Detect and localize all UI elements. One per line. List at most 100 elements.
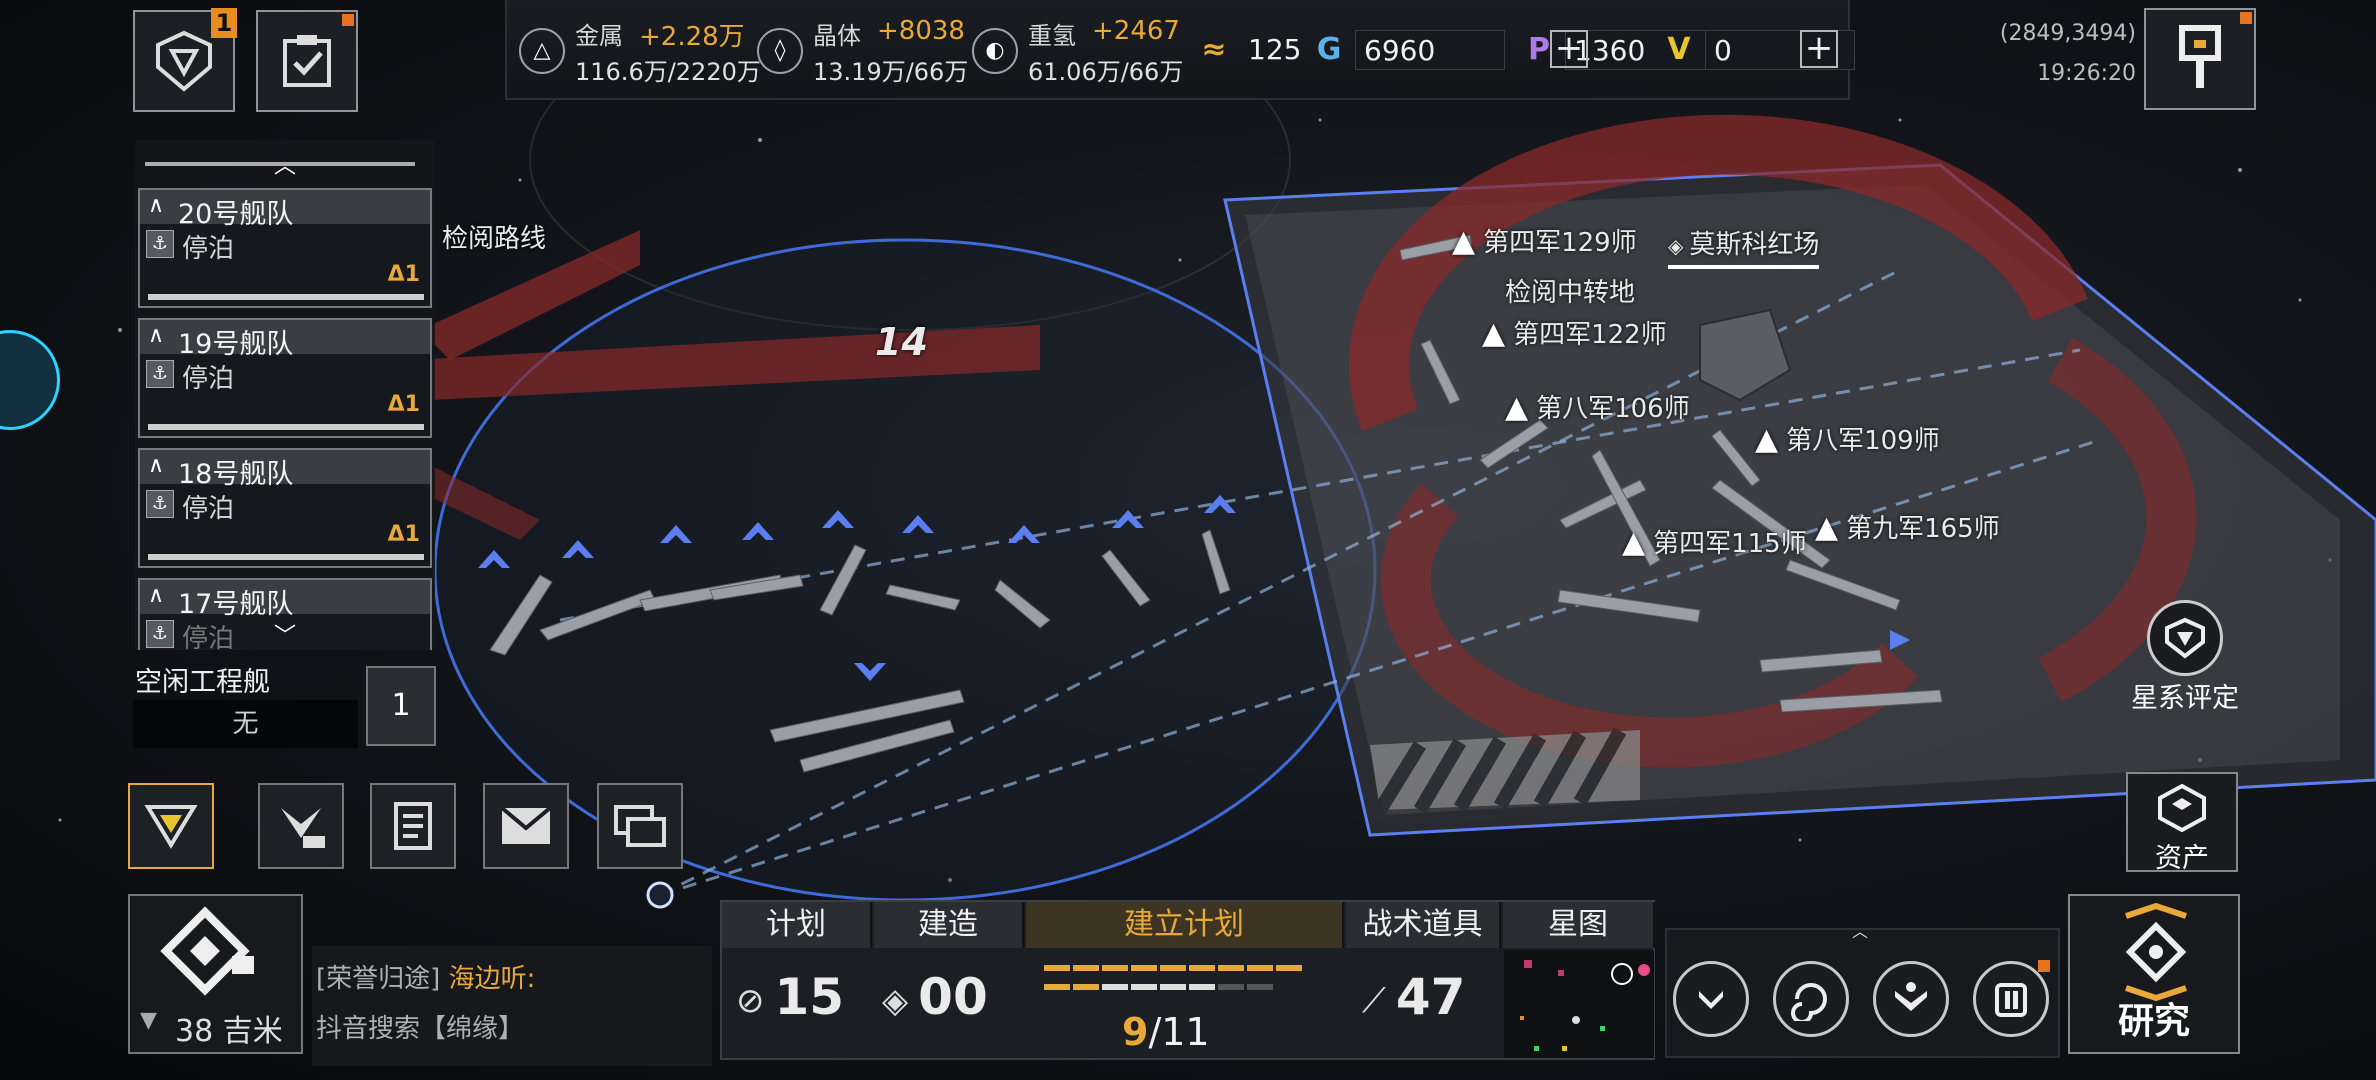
fleet-chevron-icon: ∧ (148, 583, 165, 608)
g-coin-value: 6960 (1355, 30, 1505, 70)
tab-tactical-items[interactable]: 战术道具 (1346, 902, 1501, 948)
fleet-chevron-icon: ∧ (148, 323, 165, 348)
progress-segment (1276, 965, 1302, 971)
research-label: 研究 (2117, 1001, 2190, 1042)
rating-emblem (2147, 600, 2223, 676)
energy-currency[interactable]: ≈ 125 (1192, 28, 1302, 72)
tactical-item-count[interactable]: ⟋ 47 (1362, 968, 1465, 1026)
progress-segment (1189, 984, 1215, 990)
fleet-card-19[interactable]: ∧ 19号舰队 ⚓ 停泊 Δ1 (138, 318, 432, 438)
report-document-icon (394, 802, 432, 850)
fleet-card-18[interactable]: ∧ 18号舰队 ⚓ 停泊 Δ1 (138, 448, 432, 568)
idle-engineer-panel[interactable]: 空闲工程舰 无 1 (130, 656, 438, 752)
fleet-level: Δ1 (387, 522, 420, 547)
add-p-coin-button[interactable]: + (1550, 30, 1588, 68)
download-button[interactable] (1673, 961, 1749, 1037)
fleet-status: 停泊 (182, 234, 235, 264)
division-marker-icon: ▲ (1755, 422, 1779, 457)
division-label-2[interactable]: ▲ 第四军122师 (1482, 314, 1667, 351)
tasks-notification-dot (342, 14, 354, 26)
fleet-level: Δ1 (387, 262, 420, 287)
galaxy-button[interactable] (1773, 961, 1849, 1037)
division-label-3[interactable]: ▲ 第八军106师 (1505, 388, 1690, 425)
progress-segment (1131, 965, 1157, 971)
tab-plan[interactable]: 计划 (722, 902, 872, 948)
anchor-icon: ⚓ (146, 360, 174, 388)
alliance-rank-button[interactable] (1873, 961, 1949, 1037)
tactical-chart-icon: ⟋ (1362, 980, 1386, 1021)
alliance-shield-icon (156, 30, 212, 92)
location-icon: ◈ (1668, 234, 1684, 258)
progress-segment (1073, 965, 1099, 971)
station-label[interactable]: 检阅中转地 (1505, 272, 1635, 309)
deuterium-name: 重氢 (1028, 22, 1076, 50)
v-coin-icon: V (1667, 32, 1691, 67)
scroll-down-chevron-icon[interactable]: ﹀ (135, 618, 435, 650)
tab-star-map[interactable]: 星图 (1503, 902, 1655, 948)
energy-value: 125 (1248, 33, 1302, 66)
fleet-status: 停泊 (182, 364, 235, 394)
assets-button[interactable]: 资产 (2126, 772, 2238, 874)
filter-triangle-icon (144, 805, 198, 849)
fleet-card-20[interactable]: ∧ 20号舰队 ⚓ 停泊 Δ1 (138, 188, 432, 308)
tab-build-plan[interactable]: 建立计划 (1026, 902, 1344, 948)
expand-arrow-icon: ▼ (140, 1008, 157, 1033)
collapse-chevron-icon[interactable]: ︿ (1810, 918, 1910, 941)
build-plan-panel: 计划 建造 建立计划 战术道具 星图 ⊘ 15 ◈ 00 9/11 ⟋ 47 (720, 900, 1655, 1060)
report-button[interactable] (370, 783, 456, 869)
fleet-deploy-icon (281, 808, 325, 848)
commander-notification-dot (2038, 960, 2050, 972)
progress-segment (1044, 965, 1070, 971)
star-minimap[interactable] (1504, 950, 1654, 1058)
build-count[interactable]: ◈ 00 (882, 968, 988, 1026)
location-name-label[interactable]: ◈ 莫斯科红场 (1668, 224, 1820, 269)
chat-preview[interactable]: [荣誉归途] 海边听: 抖音搜索【绵缘】 (312, 946, 712, 1066)
progress-segment (1189, 965, 1215, 971)
commander-button[interactable] (1973, 960, 2050, 1037)
engineer-hex-button[interactable]: 1 (366, 666, 436, 746)
commander-icon (1995, 983, 2027, 1017)
tasks-button[interactable] (256, 10, 358, 112)
division-label-6[interactable]: ▲ 第九军165师 (1815, 508, 2000, 545)
crystal-name: 晶体 (813, 22, 861, 50)
g-coin-currency[interactable]: G 6960 (1307, 28, 1512, 72)
division-label-5[interactable]: ▲ 第四军115师 (1622, 523, 1807, 560)
list-divider (145, 162, 415, 166)
crystal-resource[interactable]: ◊ 晶体 +8038 13.19万/66万 (757, 14, 969, 86)
research-button[interactable]: 研究 (2068, 894, 2240, 1054)
chat-button[interactable] (597, 783, 683, 869)
filter-toggle-button[interactable] (128, 783, 214, 869)
chat-channel: [荣誉归途] (316, 964, 441, 994)
division-label-1[interactable]: ▲ 第四军129师 (1452, 222, 1637, 259)
progress-segment (1160, 984, 1186, 990)
mail-button[interactable] (483, 783, 569, 869)
fleet-hp-bar (148, 294, 424, 300)
fleet-list[interactable]: ︿ ∧ 20号舰队 ⚓ 停泊 Δ1 ∧ 19号舰队 ⚓ 停泊 Δ1 ∧ 18号舰… (135, 140, 435, 650)
metal-name: 金属 (575, 22, 623, 50)
fleet-name: 19号舰队 (178, 329, 294, 360)
division-label-4[interactable]: ▲ 第八军109师 (1755, 420, 1940, 457)
plan-count[interactable]: ⊘ 15 (736, 968, 844, 1026)
deuterium-resource[interactable]: ◐ 重氢 +2467 61.06万/66万 (972, 14, 1184, 86)
fleet-deploy-button[interactable] (258, 783, 344, 869)
research-circuit-icon (2125, 902, 2187, 1002)
division-marker-icon: ▲ (1505, 390, 1529, 425)
crystal-amount: 13.19万/66万 (813, 58, 969, 86)
map-pin-button[interactable] (2144, 8, 2256, 110)
rating-shield-icon (2165, 617, 2205, 659)
deuterium-amount: 61.06万/66万 (1028, 58, 1184, 86)
add-v-coin-button[interactable]: + (1800, 30, 1838, 68)
tab-build[interactable]: 建造 (874, 902, 1024, 948)
alliance-button[interactable]: 1 (133, 8, 237, 112)
progress-segment (1218, 984, 1244, 990)
pin-notification-dot (2240, 12, 2252, 24)
fleet-chevron-icon: ∧ (148, 453, 165, 478)
fleet-level: Δ1 (387, 392, 420, 417)
assets-cube-icon (2158, 783, 2206, 833)
progress-segment (1044, 984, 1070, 990)
idle-engineer-label: 空闲工程舰 (135, 667, 270, 698)
metal-resource[interactable]: △ 金属 +2.28万 116.6万/2220万 (519, 14, 761, 86)
system-rating-button[interactable]: 星系评定 (2120, 600, 2250, 715)
build-plan-progress (1044, 964, 1344, 1002)
crystal-gain: +8038 (877, 16, 965, 46)
